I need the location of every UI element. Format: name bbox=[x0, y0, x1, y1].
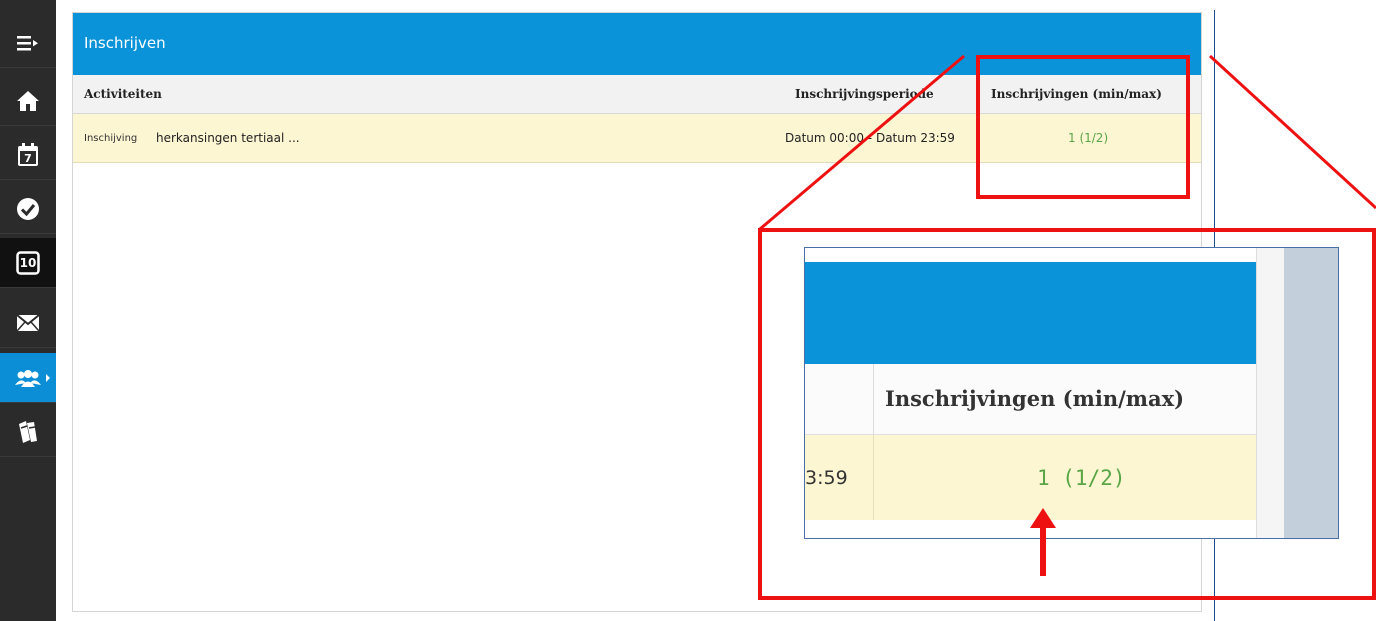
arrow-up-icon bbox=[1030, 508, 1056, 528]
annotation-overlay bbox=[759, 54, 1376, 576]
connector-line-right bbox=[1208, 54, 1376, 210]
connector-line-left bbox=[759, 54, 965, 231]
